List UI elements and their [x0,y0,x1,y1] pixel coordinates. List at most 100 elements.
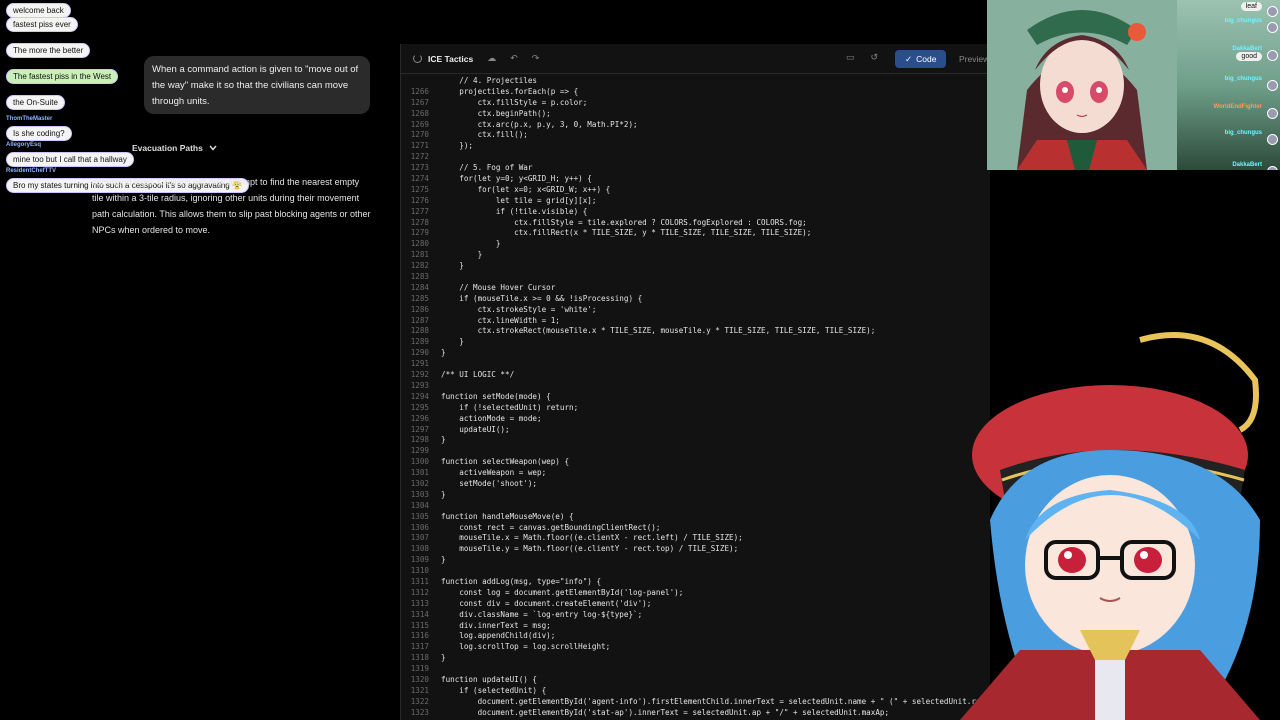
redo-icon[interactable]: ↷ [532,53,540,64]
line-number: 1282 [410,261,429,271]
chat-message-text: The fastest piss in the West [6,69,119,84]
code-text: } [441,337,464,347]
chat-avatar-icon [1267,22,1278,33]
code-line: 1293 [401,381,990,392]
code-text: if (mouseTile.x >= 0 && !isProcessing) { [441,293,643,303]
code-line: 1286 ctx.strokeStyle = 'white'; [401,305,990,316]
line-number: 1319 [410,664,429,674]
code-line: 1310 [401,566,990,577]
code-text: const rect = canvas.getBoundingClientRec… [441,522,661,532]
code-line: 1304 [401,501,990,512]
chat-username: AllegoryEsq [6,142,42,148]
chat-avatar-icon [1267,80,1278,91]
code-line: 1319 [401,664,990,675]
line-number: 1295 [410,402,429,412]
line-number: 1284 [410,282,429,292]
code-line: 1305 function handleMouseMove(e) { [401,512,990,523]
code-text: } [441,653,446,663]
line-number: 1299 [410,446,429,456]
code-line: 1271 }); [401,141,990,152]
chevron-down-icon [209,145,217,151]
code-text: ctx.beginPath(); [441,108,551,118]
code-line: 1303} [401,490,990,501]
code-text: } [441,489,446,499]
code-line: 1269 ctx.arc(p.x, p.y, 3, 0, Math.PI*2); [401,120,990,131]
section-title: Evacuation Paths [132,143,203,153]
code-text: ctx.lineWidth = 1; [441,315,560,325]
code-text: mouseTile.y = Math.floor((e.clientY - re… [441,544,739,554]
line-number: 1287 [410,315,429,325]
chat-avatar-icon [1267,108,1278,119]
code-text: ctx.fillStyle = tile.explored ? COLORS.f… [441,217,807,227]
code-line: 1279 ctx.fillRect(x * TILE_SIZE, y * TIL… [401,228,990,239]
line-number: 1286 [410,304,429,314]
webcam-overlay: leaf big_chungus DakkaBert good big_chungus W… [987,0,1280,170]
code-text: ctx.fillRect(x * TILE_SIZE, y * TILE_SIZ… [441,228,812,238]
code-line: 1291 [401,359,990,370]
section-header[interactable]: Evacuation Paths [132,143,217,153]
code-line: 1297 updateUI(); [401,425,990,436]
code-text: div.innerText = msg; [441,620,551,630]
code-tab-button[interactable]: ✓ Code [895,50,947,68]
code-line: 1266 projectiles.forEach(p => { [401,87,990,98]
cloud-icon[interactable]: ☁ [487,53,496,64]
code-line: 1314 div.className = `log-entry log-${ty… [401,610,990,621]
loading-spinner-icon [413,54,422,63]
code-text: document.getElementById('agent-info').fi… [441,696,990,706]
line-number: 1311 [410,576,429,586]
code-text: /** UI LOGIC **/ [441,370,515,380]
webcam-chat-message: leaf [1240,2,1262,11]
code-line: 1270 ctx.fill(); [401,130,990,141]
code-editor[interactable]: // 4. Projectiles 1266 projectiles.forEac… [401,76,990,720]
code-text: div.className = `log-entry log-${type}`; [441,609,643,619]
line-number: 1302 [410,478,429,488]
webcam-chat-message: big_chungus [1225,130,1262,136]
code-text: projectiles.forEach(p => { [441,86,579,96]
history-icon[interactable]: ↺ [871,52,879,63]
undo-icon[interactable]: ↶ [510,53,518,64]
code-line: 1292 /** UI LOGIC **/ [401,370,990,381]
line-number: 1322 [410,696,429,706]
code-line: 1313 const div = document.createElement(… [401,599,990,610]
user-prompt-bubble: When a command action is given to "move … [144,56,370,114]
code-line: 1274 for(let y=0; y<GRID_H; y++) { [401,174,990,185]
webcam-chat-username: big_chungus [1224,76,1262,82]
line-number: 1268 [410,108,429,118]
code-line: 1299 [401,446,990,457]
webcam-chat-message: DakkaBert good [1232,46,1262,61]
line-number: 1306 [410,522,429,532]
webcam-chat-message: WorldEndFighter [1213,104,1262,110]
code-line: 1277 if (!tile.visible) { [401,207,990,218]
code-line: 1315 div.innerText = msg; [401,621,990,632]
webcam-chat-username: DakkaBert [1232,162,1262,168]
chat-avatar-icon [1267,134,1278,145]
code-text: if (!selectedUnit) return; [441,402,579,412]
code-line: 1301 activeWeapon = wep; [401,468,990,479]
line-number: 1316 [410,631,429,641]
code-text: }); [441,141,474,151]
chat-message: fastest piss ever [6,14,78,32]
code-line: 1290} [401,348,990,359]
line-number: 1318 [410,653,429,663]
line-number: 1277 [410,206,429,216]
line-number: 1280 [410,239,429,249]
code-text: function setMode(mode) { [441,391,551,401]
code-text: } [441,435,446,445]
line-number: 1266 [410,86,429,96]
share-icon[interactable]: ▭ [846,52,855,63]
code-line: 1272 [401,152,990,163]
webcam-chat: leaf big_chungus DakkaBert good big_chungus W… [1165,0,1280,170]
code-line: 1284 // Mouse Hover Cursor [401,283,990,294]
code-text: function addLog(msg, type="info") { [441,576,602,586]
code-line: 1295 if (!selectedUnit) return; [401,403,990,414]
code-line: 1320 function updateUI() { [401,675,990,686]
chat-username: ThomTheMaster [6,116,53,122]
code-line: 1281 } [401,250,990,261]
code-text: let tile = grid[y][x]; [441,195,597,205]
code-text: ctx.strokeStyle = 'white'; [441,304,597,314]
panel-title: ICE Tactics [428,53,474,64]
code-line: 1298} [401,435,990,446]
